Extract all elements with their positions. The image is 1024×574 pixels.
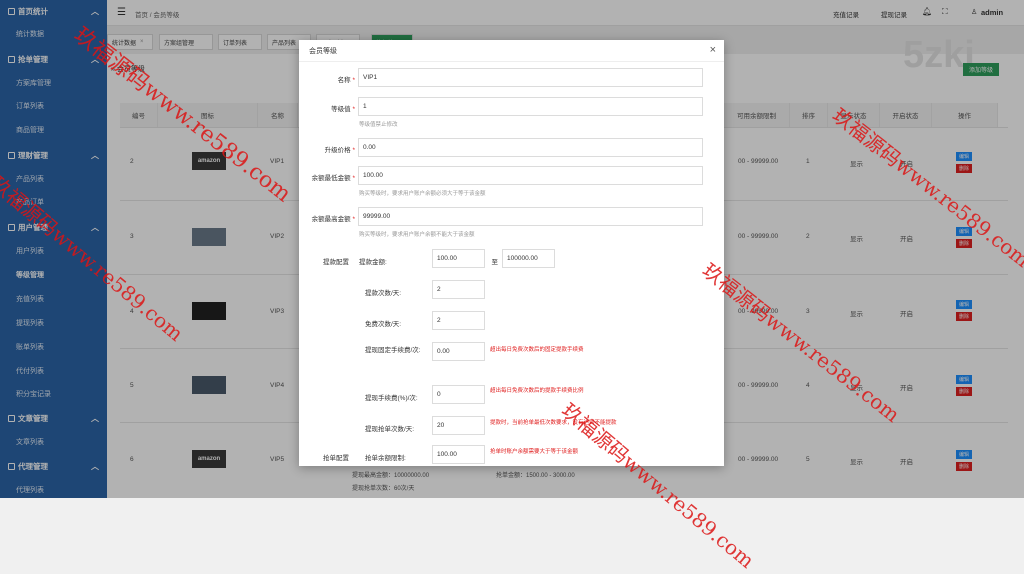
name-input[interactable]: VIP1 (358, 68, 703, 87)
withdraw-times-label: 提款次数/天: (365, 290, 402, 297)
withdraw-min-input[interactable]: 100.00 (432, 249, 485, 268)
withdraw-amount-label: 提款金额: (359, 259, 387, 266)
pct-fee-label: 提现手续费(%)/次: (365, 395, 418, 402)
level-input[interactable]: 1 (358, 97, 703, 116)
max-balance-hint: 购买等级时，要求用户账户余额不能大于该金额 (359, 232, 475, 238)
name-label: 名称 * (337, 77, 355, 84)
max-balance-label: 余额最高金额 * (311, 216, 355, 223)
grab-balance-note: 抢单时账户余额需要大于等于该金额 (490, 449, 579, 455)
price-label: 升级价格 * (324, 147, 355, 154)
pct-fee-input[interactable]: 0 (432, 385, 485, 404)
grab-times-input[interactable]: 20 (432, 416, 485, 435)
min-balance-label: 余额最低金额 * (311, 175, 355, 182)
fixed-fee-label: 提现固定手续费/次: (365, 347, 421, 354)
price-input[interactable]: 0.00 (358, 138, 703, 157)
to-label: 至 (491, 259, 499, 266)
min-balance-input[interactable]: 100.00 (358, 166, 703, 185)
withdraw-times-input[interactable]: 2 (432, 280, 485, 299)
grab-balance-label: 抢单余额限制: (365, 455, 406, 462)
free-times-label: 免费次数/天: (365, 321, 402, 328)
level-label: 等级值 * (331, 106, 355, 113)
level-hint: 等级值禁止修改 (359, 122, 398, 128)
withdraw-max-input[interactable]: 100000.00 (502, 249, 555, 268)
pct-fee-note: 超出每日免费次数后的提款手续费比例 (490, 388, 584, 394)
max-balance-input[interactable]: 99999.00 (358, 207, 703, 226)
withdraw-section-label: 提款配置 (323, 259, 349, 266)
fixed-fee-input[interactable]: 0.00 (432, 342, 485, 361)
level-edit-modal: 会员等级 × 名称 * VIP1 等级值 * 1 等级值禁止修改 升级价格 * … (299, 40, 724, 466)
grab-times-note: 提款时，当前抢单最低次数要求，没有达到不能提款 (490, 420, 617, 426)
min-balance-hint: 购买等级时，要求用户账户余额必须大于等于该金额 (359, 191, 486, 197)
grab-times-label: 提现抢单次数/天: (365, 426, 415, 433)
modal-header: 会员等级 × (299, 40, 724, 62)
free-times-input[interactable]: 2 (432, 311, 485, 330)
fixed-fee-note: 超出每日免费次数后的固定提款手续费 (490, 347, 584, 353)
close-icon[interactable]: × (710, 44, 716, 56)
modal-title: 会员等级 (309, 47, 337, 55)
grab-balance-input[interactable]: 100.00 (432, 445, 485, 464)
grab-section-label: 抢单配置 (323, 455, 349, 462)
